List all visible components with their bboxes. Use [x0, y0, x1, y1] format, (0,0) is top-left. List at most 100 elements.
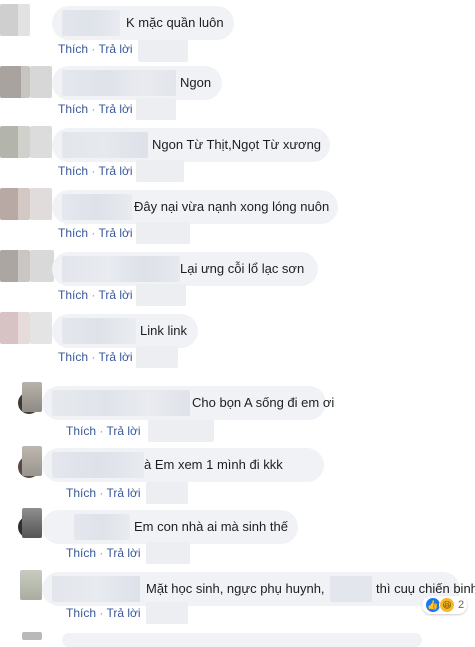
reply-link[interactable]: Trả lời — [106, 424, 140, 438]
blurred-username — [62, 10, 120, 36]
comment-bubble: Em con nhà ai mà sinh thế — [42, 510, 298, 544]
comment-bubble: à Em xem 1 mình đi kkk — [42, 448, 324, 482]
comment-bubble: Mặt học sinh, ngực phụ huynh, thì cuụ ch… — [42, 572, 475, 606]
reaction-count: 2 — [458, 599, 465, 611]
blurred-username — [62, 132, 148, 158]
blurred-username — [62, 70, 176, 96]
avatar-blur — [30, 250, 54, 282]
reply-link[interactable]: Trả lời — [106, 486, 140, 500]
like-link[interactable]: Thích — [58, 350, 88, 364]
blurred-timestamp — [136, 160, 184, 182]
separator: · — [96, 486, 107, 500]
comment-actions: Thích · Trả lời — [58, 226, 133, 240]
comment-actions: Thích · Trả lời — [58, 42, 133, 56]
reply-item: à Em xem 1 mình đi kkk Thích · Trả lời — [0, 446, 475, 508]
blurred-username — [62, 256, 180, 282]
separator: · — [88, 350, 99, 364]
reply-link[interactable]: Trả lời — [98, 350, 132, 364]
avatar[interactable] — [0, 188, 30, 220]
like-link[interactable]: Thích — [66, 606, 96, 620]
blurred-timestamp — [146, 602, 188, 624]
avatar — [22, 632, 42, 640]
blurred-timestamp — [136, 284, 186, 306]
avatar[interactable] — [0, 312, 30, 344]
comment-actions: Thích · Trả lời — [58, 164, 133, 178]
blurred-username — [74, 514, 130, 540]
reply-link[interactable]: Trả lời — [98, 102, 132, 116]
reply-link[interactable]: Trả lời — [98, 226, 132, 240]
comment-actions: Thích · Trả lời — [58, 288, 133, 302]
comment-text: à Em xem 1 mình đi kkk — [144, 457, 283, 472]
avatar[interactable] — [0, 250, 30, 282]
comment-item: Ngon Từ Thịt,Ngọt Từ xương Thích · Trả l… — [0, 126, 475, 188]
reply-link[interactable]: Trả lời — [106, 606, 140, 620]
reply-link[interactable]: Trả lời — [98, 288, 132, 302]
comment-bubble: Ngon — [52, 66, 222, 100]
comment-text: Đây nại vừa nạnh xong lóng nuôn — [134, 199, 330, 214]
reply-link[interactable]: Trả lời — [98, 164, 132, 178]
comment-item: K mặc quần luôn Thích · Trả lời — [0, 4, 475, 64]
blurred-timestamp — [148, 420, 214, 442]
comment-actions: Thích · Trả lời — [58, 350, 133, 364]
like-link[interactable]: Thích — [58, 164, 88, 178]
avatar-blur — [30, 312, 52, 344]
comment-text: K mặc quần luôn — [126, 15, 224, 30]
haha-icon: 😆 — [439, 597, 455, 613]
comment-bubble: Lại ưng cỗi lổ lạc sơn — [52, 252, 318, 286]
separator: · — [96, 546, 107, 560]
comment-actions: Thích · Trả lời — [66, 424, 141, 438]
blurred-name — [330, 576, 372, 602]
comment-text: Lại ưng cỗi lổ lạc sơn — [180, 261, 305, 276]
avatar[interactable] — [20, 570, 42, 600]
avatar-blur — [22, 508, 42, 538]
avatar[interactable] — [0, 66, 30, 98]
reply-item: Mặt học sinh, ngực phụ huynh, thì cuụ ch… — [0, 570, 475, 640]
reply-item: Cho bọn A sống đi em ơi Thích · Trả lời — [0, 382, 475, 446]
blurred-timestamp — [146, 482, 188, 504]
comment-bubble: Đây nại vừa nạnh xong lóng nuôn — [52, 190, 338, 224]
comment-bubble: Ngon Từ Thịt,Ngọt Từ xương — [52, 128, 330, 162]
comment-bubble: Link link — [52, 314, 198, 348]
comment-actions: Thích · Trả lời — [66, 606, 141, 620]
next-comment-bubble — [62, 633, 422, 647]
like-link[interactable]: Thích — [58, 42, 88, 56]
blurred-username — [52, 390, 190, 416]
like-link[interactable]: Thích — [66, 486, 96, 500]
blurred-username — [52, 576, 140, 602]
reaction-summary[interactable]: 👍 😆 2 — [422, 596, 468, 614]
blurred-username — [62, 194, 132, 220]
blurred-username — [52, 452, 144, 478]
comment-actions: Thích · Trả lời — [58, 102, 133, 116]
like-link[interactable]: Thích — [58, 102, 88, 116]
comment-text: Cho bọn A sống đi em ơi — [192, 395, 335, 410]
like-link[interactable]: Thích — [66, 546, 96, 560]
comment-actions: Thích · Trả lời — [66, 546, 141, 560]
separator: · — [88, 226, 99, 240]
separator: · — [88, 164, 99, 178]
comment-bubble: K mặc quần luôn — [52, 6, 234, 40]
comment-bubble: Cho bọn A sống đi em ơi — [42, 386, 334, 420]
reply-link[interactable]: Trả lời — [106, 546, 140, 560]
avatar-blur — [22, 446, 42, 476]
separator: · — [88, 288, 99, 302]
comment-text: Link link — [140, 323, 187, 338]
like-link[interactable]: Thích — [58, 288, 88, 302]
comment-text: Ngon — [180, 75, 212, 90]
reply-link[interactable]: Trả lời — [98, 42, 132, 56]
avatar-blur — [30, 188, 52, 220]
like-link[interactable]: Thích — [58, 226, 88, 240]
separator: · — [96, 424, 107, 438]
avatar-blur — [30, 126, 52, 158]
separator: · — [96, 606, 107, 620]
comment-item: Link link Thích · Trả lời — [0, 312, 475, 374]
comment-actions: Thích · Trả lời — [66, 486, 141, 500]
blurred-timestamp — [136, 346, 178, 368]
separator: · — [88, 102, 99, 116]
blurred-timestamp — [138, 40, 188, 62]
blurred-timestamp — [136, 98, 176, 120]
avatar[interactable] — [0, 4, 30, 36]
blurred-timestamp — [146, 542, 190, 564]
like-link[interactable]: Thích — [66, 424, 96, 438]
comment-item: Đây nại vừa nạnh xong lóng nuôn Thích · … — [0, 188, 475, 250]
avatar[interactable] — [0, 126, 30, 158]
